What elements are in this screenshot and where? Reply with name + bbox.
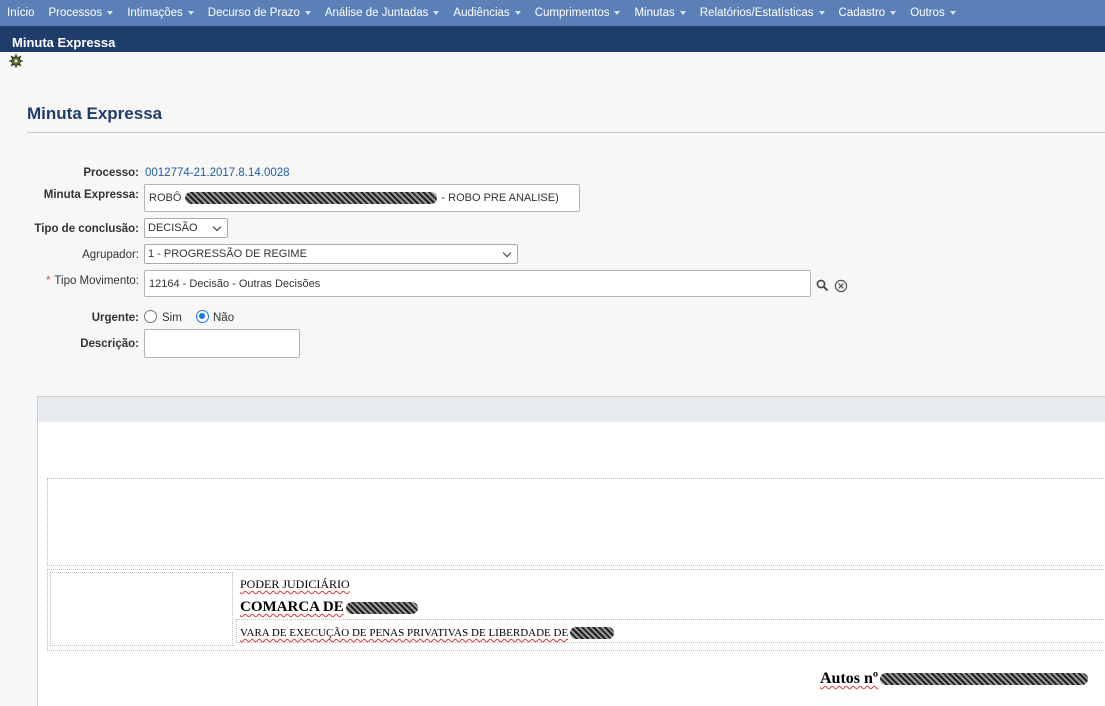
caret-down-icon xyxy=(433,11,440,15)
tipo-conclusao-label: Tipo de conclusão: xyxy=(34,223,139,235)
letterhead-logo-cell xyxy=(50,572,233,646)
nav-item-label: Análise de Juntadas xyxy=(324,7,429,19)
title-bar-text: Minuta Expressa xyxy=(12,35,116,50)
document-editor[interactable]: PODER JUDICIÁRIO COMARCA DE VARA DE EXEC… xyxy=(37,396,1105,706)
processo-label: Processo: xyxy=(83,167,139,179)
redacted-block xyxy=(345,601,418,614)
minuta-suffix: - ROBO PRE ANALISE) xyxy=(441,192,559,204)
urgente-nao-radio[interactable] xyxy=(196,310,209,323)
gear-icon[interactable] xyxy=(9,54,23,68)
nav-item-3[interactable]: Decurso de Prazo xyxy=(201,7,318,19)
descricao-input[interactable] xyxy=(144,329,300,358)
document-header-box xyxy=(47,478,1105,566)
nav-item-label: Processos xyxy=(48,7,103,19)
required-marker: * xyxy=(45,275,51,287)
redacted-block xyxy=(880,673,1089,685)
caret-down-icon xyxy=(614,11,621,15)
caret-down-icon xyxy=(304,11,311,15)
redacted-block xyxy=(185,192,438,204)
nav-item-label: Audiências xyxy=(453,7,510,19)
agrupador-label: Agrupador: xyxy=(82,249,139,261)
comarca-text: COMARCA DE xyxy=(240,599,344,615)
caret-down-icon xyxy=(514,11,521,15)
nav-item-label: Cumprimentos xyxy=(534,7,610,19)
document-line-vara: VARA DE EXECUÇÃO DE PENAS PRIVATIVAS DE … xyxy=(240,627,618,639)
tipo-movimento-label-wrap: * Tipo Movimento: xyxy=(30,275,139,287)
search-icon[interactable] xyxy=(816,279,829,292)
tipo-movimento-value: 12164 - Decisão - Outras Decisões xyxy=(149,277,321,290)
nav-item-9[interactable]: Cadastro xyxy=(832,7,904,19)
document-line-poder-judiciario: PODER JUDICIÁRIO xyxy=(240,577,350,591)
redacted-block xyxy=(570,627,615,639)
chevron-down-icon xyxy=(212,222,222,231)
nav-item-7[interactable]: Minutas xyxy=(627,7,692,19)
document-autos-line: Autos nº xyxy=(820,670,1092,688)
document-line-comarca: COMARCA DE xyxy=(240,599,422,616)
caret-down-icon xyxy=(818,11,825,15)
clear-icon[interactable] xyxy=(834,279,848,293)
nav-item-10[interactable]: Outros xyxy=(903,7,963,19)
agrupador-value: 1 - PROGRESSÃO DE REGIME xyxy=(148,248,307,260)
vara-text: VARA DE EXECUÇÃO DE PENAS PRIVATIVAS DE … xyxy=(240,627,569,639)
nav-item-label: Relatórios/Estatísticas xyxy=(699,7,814,19)
page-heading: Minuta Expressa xyxy=(27,104,163,123)
top-nav: Início Processos Intimações Decurso de Praz… xyxy=(0,0,1105,26)
tipo-conclusao-value: DECISÃO xyxy=(148,222,198,234)
urgente-sim-label: Sim xyxy=(162,312,182,324)
caret-down-icon xyxy=(107,11,114,15)
nav-item-label: Outros xyxy=(910,7,945,19)
chevron-down-icon xyxy=(502,248,512,257)
caret-down-icon xyxy=(679,11,686,15)
nav-item-label: Decurso de Prazo xyxy=(207,7,300,19)
title-bar: Minuta Expressa xyxy=(0,26,1105,52)
heading-divider xyxy=(27,132,1105,133)
nav-item-2[interactable]: Intimações xyxy=(120,7,201,19)
nav-item-6[interactable]: Cumprimentos xyxy=(528,7,628,19)
agrupador-select[interactable]: 1 - PROGRESSÃO DE REGIME xyxy=(144,244,518,264)
urgente-sim-radio[interactable] xyxy=(144,310,157,323)
nav-item-4[interactable]: Análise de Juntadas xyxy=(318,7,447,19)
processo-link[interactable]: 0012774-21.2017.8.14.0028 xyxy=(145,167,290,179)
autos-label: Autos nº xyxy=(820,670,879,687)
caret-down-icon xyxy=(890,11,897,15)
descricao-label: Descrição: xyxy=(80,338,139,350)
nav-item-label: Início xyxy=(7,7,35,19)
nav-item-5[interactable]: Audiências xyxy=(446,7,527,19)
nav-item-1[interactable]: Processos xyxy=(42,7,121,19)
urgente-label: Urgente: xyxy=(91,312,139,324)
nav-item-8[interactable]: Relatórios/Estatísticas xyxy=(693,7,832,19)
nav-item-label: Cadastro xyxy=(838,7,886,19)
caret-down-icon xyxy=(187,11,194,15)
tipo-movimento-field[interactable]: 12164 - Decisão - Outras Decisões xyxy=(144,270,811,297)
tipo-conclusao-select[interactable]: DECISÃO xyxy=(144,218,228,238)
minuta-prefix: ROBÔ xyxy=(149,192,182,204)
urgente-nao-label: Não xyxy=(213,312,235,324)
minuta-label: Minuta Expressa: xyxy=(43,189,139,201)
tipo-movimento-label: Tipo Movimento: xyxy=(54,275,139,287)
editor-toolbar xyxy=(38,397,1105,422)
nav-item-label: Minutas xyxy=(634,7,675,19)
minuta-field[interactable]: ROBÔ - ROBO PRE ANALISE) xyxy=(144,184,580,212)
nav-item-0[interactable]: Início xyxy=(0,7,42,19)
caret-down-icon xyxy=(949,11,956,15)
nav-item-label: Intimações xyxy=(127,7,183,19)
